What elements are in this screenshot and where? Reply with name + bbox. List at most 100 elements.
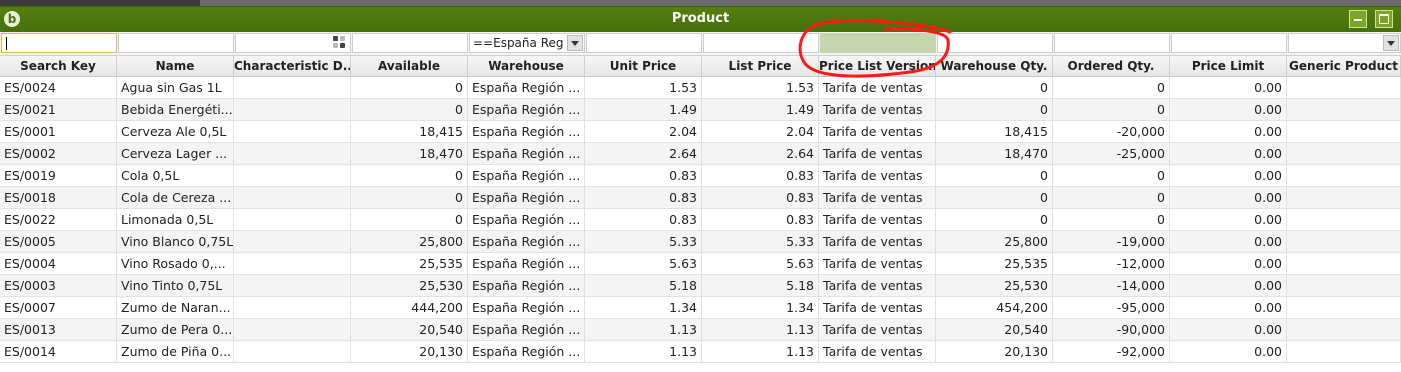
cell-characteristic-description bbox=[234, 99, 351, 120]
minimize-button[interactable] bbox=[1349, 10, 1367, 28]
cell-warehouse: España Región ... bbox=[468, 319, 585, 340]
table-row[interactable]: ES/0013 Zumo de Pera 0... 20,540 España Reg… bbox=[0, 319, 1401, 341]
table-row[interactable]: ES/0024 Agua sin Gas 1L 0 España Región ...… bbox=[0, 77, 1401, 99]
cell-unit-price: 2.64 bbox=[585, 143, 702, 164]
cell-characteristic-description bbox=[234, 319, 351, 340]
cell-ordered-qty: -12,000 bbox=[1053, 253, 1170, 274]
cell-available: 25,535 bbox=[351, 253, 468, 274]
window-titlebar: b Product bbox=[0, 6, 1401, 32]
column-header-price-limit[interactable]: Price Limit bbox=[1170, 56, 1287, 76]
cell-price-list-version: Tarifa de ventas bbox=[819, 297, 936, 318]
cell-available: 25,530 bbox=[351, 275, 468, 296]
maximize-button[interactable] bbox=[1375, 10, 1393, 28]
table-row[interactable]: ES/0019 Cola 0,5L 0 España Región ... 0.83 0.… bbox=[0, 165, 1401, 187]
cell-unit-price: 5.33 bbox=[585, 231, 702, 252]
generic-product-dropdown-icon[interactable] bbox=[1383, 35, 1399, 51]
cell-warehouse: España Región ... bbox=[468, 99, 585, 120]
table-row[interactable]: ES/0002 Cerveza Lager ... 18,470 España Reg… bbox=[0, 143, 1401, 165]
cell-search-key: ES/0002 bbox=[0, 143, 117, 164]
cell-name: Cola de Cereza ... bbox=[117, 187, 234, 208]
cell-characteristic-description bbox=[234, 341, 351, 362]
warehouse-dropdown-icon[interactable] bbox=[567, 35, 583, 51]
cell-list-price: 5.18 bbox=[702, 275, 819, 296]
table-row[interactable]: ES/0022 Limonada 0,5L 0 España Región ... 0.… bbox=[0, 209, 1401, 231]
cell-unit-price: 0.83 bbox=[585, 209, 702, 230]
cell-price-limit: 0.00 bbox=[1170, 319, 1287, 340]
column-header-list-price[interactable]: List Price bbox=[702, 56, 819, 76]
cell-generic-product bbox=[1287, 341, 1401, 362]
cell-available: 0 bbox=[351, 99, 468, 120]
filter-price-limit[interactable] bbox=[1171, 33, 1287, 53]
table-row[interactable]: ES/0005 Vino Blanco 0,75L 25,800 España Reg… bbox=[0, 231, 1401, 253]
table-row[interactable]: ES/0001 Cerveza Ale 0,5L 18,415 España Regi… bbox=[0, 121, 1401, 143]
cell-warehouse: España Región ... bbox=[468, 209, 585, 230]
cell-warehouse: España Región ... bbox=[468, 187, 585, 208]
cell-list-price: 1.34 bbox=[702, 297, 819, 318]
cell-list-price: 5.63 bbox=[702, 253, 819, 274]
cell-characteristic-description bbox=[234, 143, 351, 164]
cell-price-list-version: Tarifa de ventas bbox=[819, 319, 936, 340]
cell-search-key: ES/0022 bbox=[0, 209, 117, 230]
cell-warehouse: España Región ... bbox=[468, 231, 585, 252]
cell-warehouse: España Región ... bbox=[468, 121, 585, 142]
column-header-warehouse-qty[interactable]: Warehouse Qty. bbox=[936, 56, 1053, 76]
grid-header: Search Key Name Characteristic D... Availab… bbox=[0, 56, 1401, 77]
cell-price-limit: 0.00 bbox=[1170, 165, 1287, 186]
table-row[interactable]: ES/0003 Vino Tinto 0,75L 25,530 España Regi… bbox=[0, 275, 1401, 297]
filter-unit-price[interactable] bbox=[586, 33, 702, 53]
column-header-name[interactable]: Name bbox=[117, 56, 234, 76]
cell-search-key: ES/0004 bbox=[0, 253, 117, 274]
filter-generic-product[interactable] bbox=[1288, 33, 1401, 53]
filter-characteristic[interactable] bbox=[235, 33, 351, 53]
table-row[interactable]: ES/0018 Cola de Cereza ... 0 España Región … bbox=[0, 187, 1401, 209]
filter-available[interactable] bbox=[352, 33, 468, 53]
table-row[interactable]: ES/0014 Zumo de Piña 0... 20,130 España Reg… bbox=[0, 341, 1401, 363]
column-header-price-list-version[interactable]: Price List Version bbox=[819, 56, 936, 76]
cell-price-limit: 0.00 bbox=[1170, 187, 1287, 208]
cell-generic-product bbox=[1287, 165, 1401, 186]
filter-name[interactable] bbox=[118, 33, 234, 53]
column-header-search-key[interactable]: Search Key bbox=[0, 56, 117, 76]
table-row[interactable]: ES/0021 Bebida Energéti... 0 España Región … bbox=[0, 99, 1401, 121]
cell-warehouse: España Región ... bbox=[468, 165, 585, 186]
cell-search-key: ES/0024 bbox=[0, 77, 117, 98]
grid-body: ES/0024 Agua sin Gas 1L 0 España Región ...… bbox=[0, 77, 1401, 363]
filter-price-list-version[interactable] bbox=[820, 33, 936, 53]
filter-warehouse[interactable]: ==España Reg bbox=[469, 33, 585, 53]
cell-generic-product bbox=[1287, 121, 1401, 142]
filter-search-key[interactable] bbox=[1, 33, 117, 53]
cell-unit-price: 1.49 bbox=[585, 99, 702, 120]
cell-price-list-version: Tarifa de ventas bbox=[819, 231, 936, 252]
filter-warehouse-qty[interactable] bbox=[937, 33, 1053, 53]
column-header-ordered-qty[interactable]: Ordered Qty. bbox=[1053, 56, 1170, 76]
cell-warehouse: España Región ... bbox=[468, 297, 585, 318]
filter-list-price[interactable] bbox=[703, 33, 819, 53]
characteristics-selector-icon[interactable] bbox=[333, 36, 347, 50]
column-header-unit-price[interactable]: Unit Price bbox=[585, 56, 702, 76]
cell-unit-price: 0.83 bbox=[585, 187, 702, 208]
cell-price-limit: 0.00 bbox=[1170, 275, 1287, 296]
column-header-warehouse[interactable]: Warehouse bbox=[468, 56, 585, 76]
cell-generic-product bbox=[1287, 187, 1401, 208]
column-header-generic-product[interactable]: Generic Product bbox=[1287, 56, 1401, 76]
cell-warehouse-qty: 25,535 bbox=[936, 253, 1053, 274]
table-row[interactable]: ES/0007 Zumo de Naran... 444,200 España Reg… bbox=[0, 297, 1401, 319]
cell-warehouse-qty: 20,540 bbox=[936, 319, 1053, 340]
cell-unit-price: 1.34 bbox=[585, 297, 702, 318]
cell-price-limit: 0.00 bbox=[1170, 231, 1287, 252]
cell-unit-price: 1.13 bbox=[585, 319, 702, 340]
filter-ordered-qty[interactable] bbox=[1054, 33, 1170, 53]
cell-warehouse-qty: 20,130 bbox=[936, 341, 1053, 362]
column-header-available[interactable]: Available bbox=[351, 56, 468, 76]
table-row[interactable]: ES/0004 Vino Rosado 0,... 25,535 España Reg… bbox=[0, 253, 1401, 275]
cell-generic-product bbox=[1287, 253, 1401, 274]
column-header-characteristic-description[interactable]: Characteristic D... bbox=[234, 56, 351, 76]
cell-warehouse: España Región ... bbox=[468, 341, 585, 362]
cell-generic-product bbox=[1287, 319, 1401, 340]
cell-available: 18,470 bbox=[351, 143, 468, 164]
cell-name: Vino Rosado 0,... bbox=[117, 253, 234, 274]
cell-generic-product bbox=[1287, 231, 1401, 252]
cell-price-limit: 0.00 bbox=[1170, 341, 1287, 362]
cell-warehouse-qty: 18,415 bbox=[936, 121, 1053, 142]
cell-search-key: ES/0019 bbox=[0, 165, 117, 186]
